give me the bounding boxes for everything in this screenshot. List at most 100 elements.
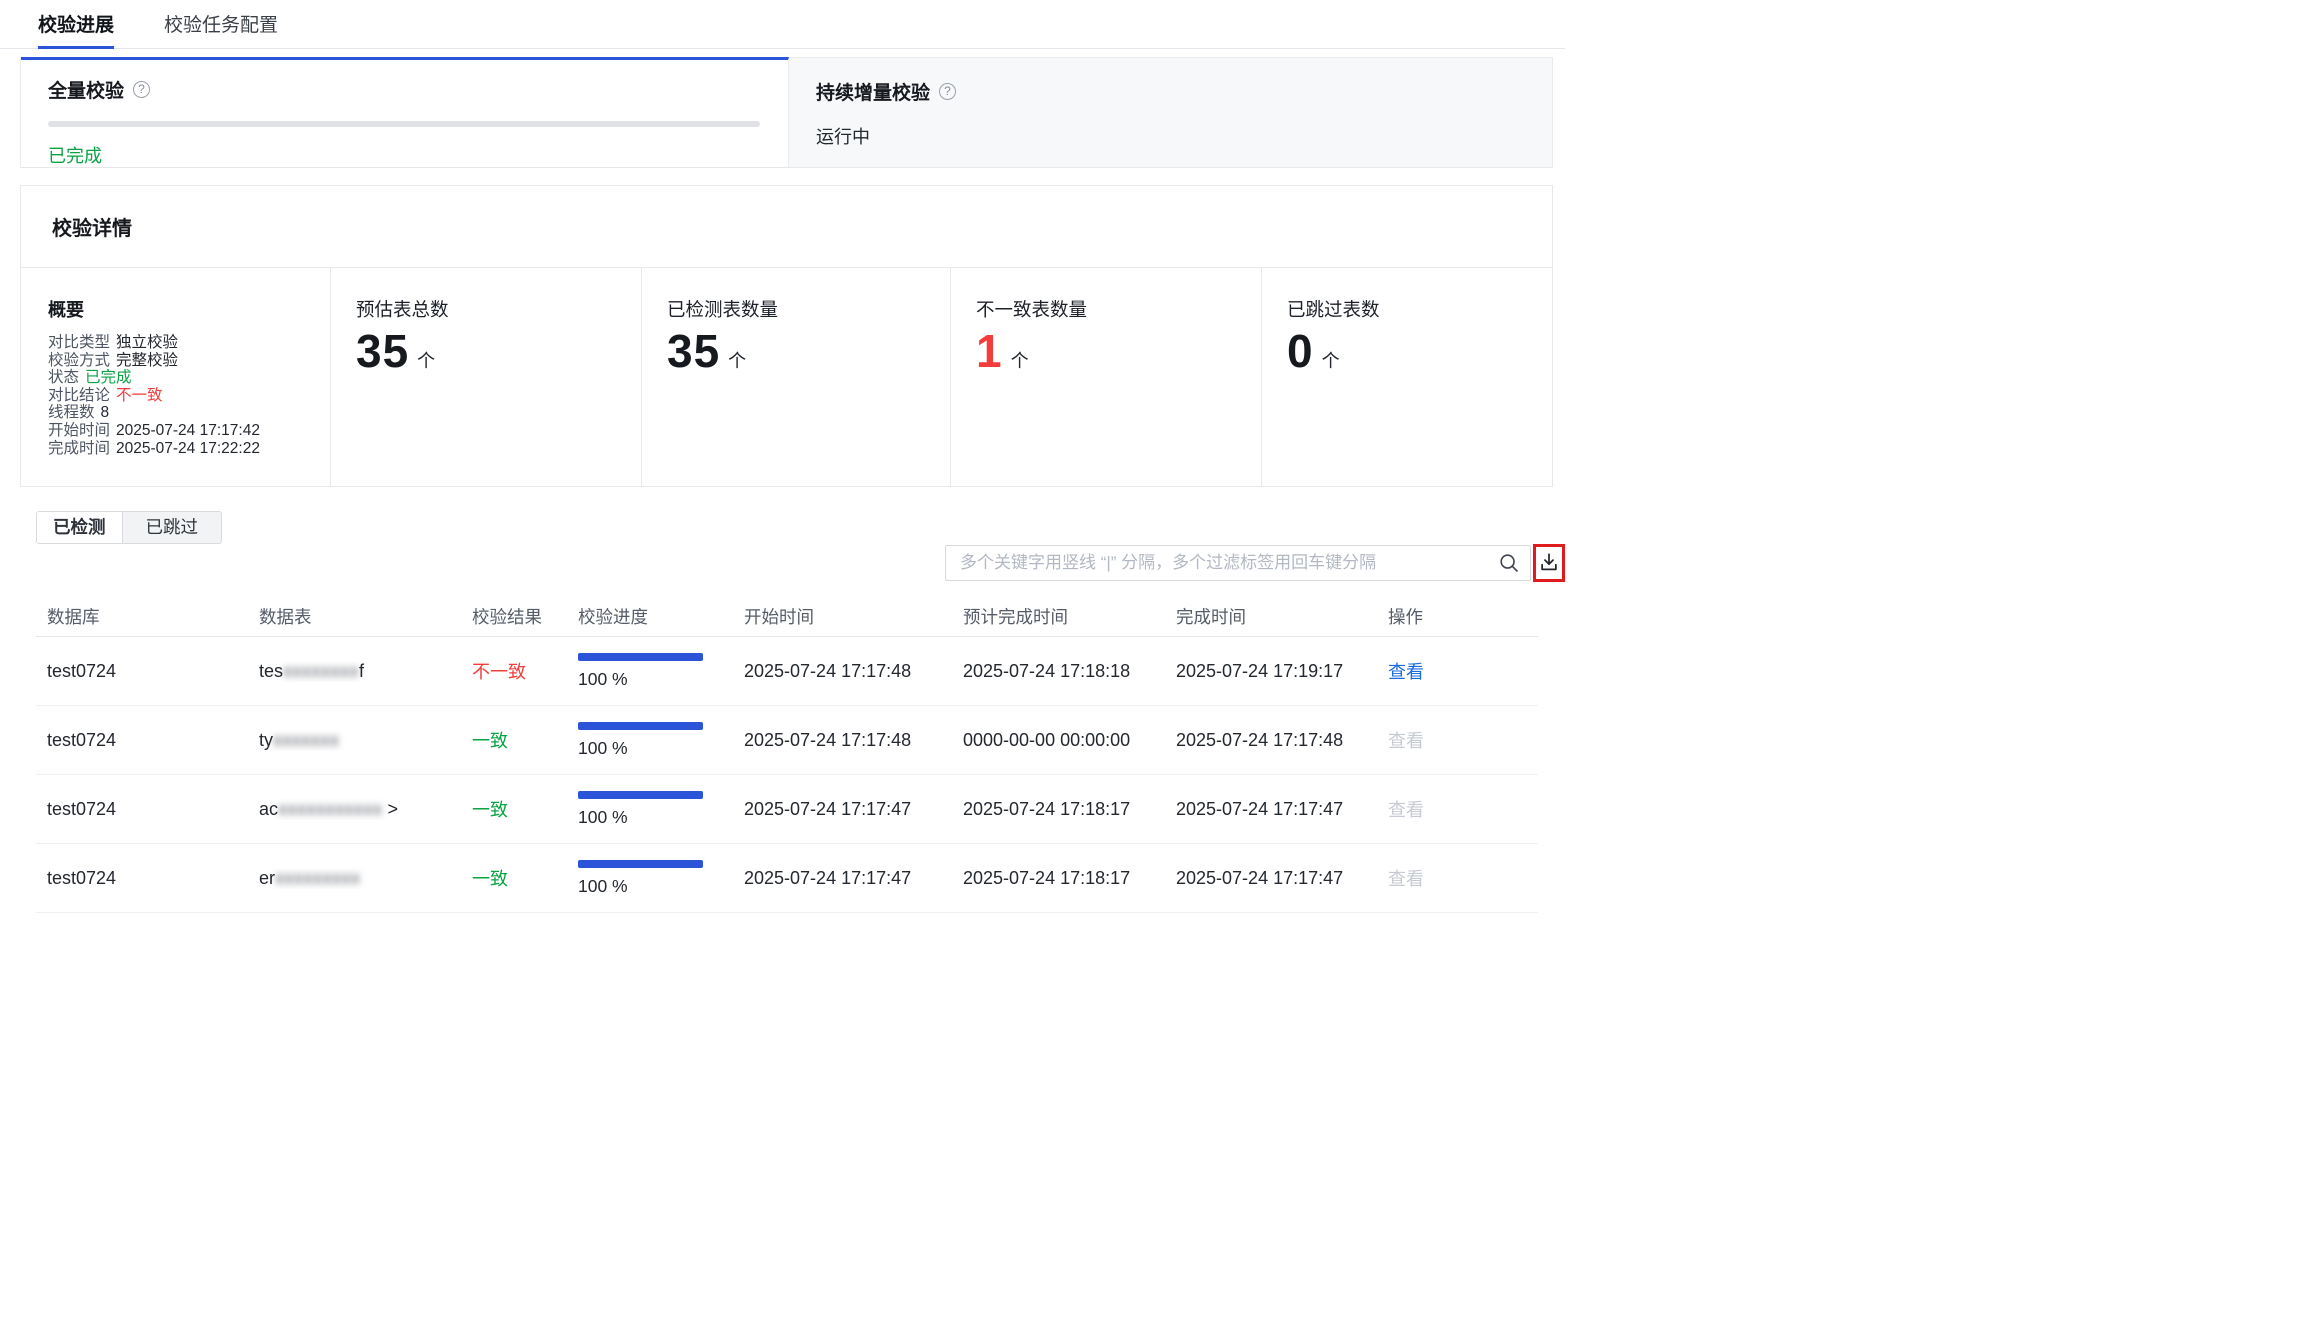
stat-number-row: 0 个 bbox=[1287, 324, 1552, 378]
summary-label: 校验方式 bbox=[48, 352, 110, 369]
col-header-result: 校验结果 bbox=[461, 604, 567, 629]
cell-expected-finish: 2025-07-24 17:18:17 bbox=[952, 799, 1165, 820]
summary-value-conclusion: 不一致 bbox=[116, 387, 163, 404]
cell-progress: 100 % bbox=[567, 722, 733, 759]
cell-progress: 100 % bbox=[567, 860, 733, 897]
check-mode-cards: 全量校验 ? 已完成 持续增量校验 ? 运行中 bbox=[20, 57, 1553, 168]
summary-value-status: 已完成 bbox=[85, 369, 132, 386]
cell-result: 一致 bbox=[461, 727, 567, 753]
table-row: test0724 tyxxxxxxx 一致 100 % 2025-07-24 1… bbox=[36, 706, 1538, 775]
progress-bar bbox=[578, 653, 703, 661]
result-filter-segment: 已检测 已跳过 bbox=[36, 511, 222, 544]
stat-label: 不一致表数量 bbox=[976, 296, 1261, 322]
cell-result: 一致 bbox=[461, 796, 567, 822]
summary-row-check-method: 校验方式完整校验 bbox=[48, 352, 330, 370]
table-name-redacted: xxxxxxxxxxx bbox=[278, 799, 383, 819]
summary-row-start-time: 开始时间 2025-07-24 17:17:42 bbox=[48, 422, 330, 440]
table-row: test0724 tesxxxxxxxxf 不一致 100 % 2025-07-… bbox=[36, 637, 1538, 706]
summary-row-threads: 线程数8 bbox=[48, 404, 330, 422]
cell-action: 查看 bbox=[1377, 796, 1538, 822]
table-name-prefix: er bbox=[259, 868, 275, 888]
search-box bbox=[945, 545, 1531, 581]
summary-row-conclusion: 对比结论不一致 bbox=[48, 387, 330, 405]
summary-value: 完整校验 bbox=[116, 352, 178, 369]
cell-database: test0724 bbox=[36, 799, 248, 820]
segment-skipped[interactable]: 已跳过 bbox=[123, 512, 222, 543]
stat-value: 35 bbox=[667, 324, 720, 378]
cell-progress: 100 % bbox=[567, 791, 733, 828]
col-header-action: 操作 bbox=[1377, 604, 1538, 629]
top-tabbar: 校验进展 校验任务配置 bbox=[0, 0, 1565, 49]
summary-label: 线程数 bbox=[48, 404, 95, 421]
summary-row-status: 状态已完成 bbox=[48, 369, 330, 387]
cell-start-time: 2025-07-24 17:17:47 bbox=[733, 868, 952, 889]
check-details-card: 校验详情 概要 对比类型独立校验 校验方式完整校验 状态已完成 对比结论不一致 bbox=[20, 185, 1553, 487]
segment-checked[interactable]: 已检测 bbox=[37, 512, 123, 543]
cell-start-time: 2025-07-24 17:17:48 bbox=[733, 661, 952, 682]
tab-check-progress[interactable]: 校验进展 bbox=[38, 0, 114, 49]
full-check-progress-bar bbox=[48, 121, 760, 127]
table-name-suffix: f bbox=[359, 661, 364, 681]
cell-expected-finish: 0000-00-00 00:00:00 bbox=[952, 730, 1165, 751]
summary-label: 开始时间 bbox=[48, 422, 110, 439]
check-details-stats: 概要 对比类型独立校验 校验方式完整校验 状态已完成 对比结论不一致 bbox=[21, 268, 1552, 487]
verification-page: 校验进展 校验任务配置 全量校验 ? 已完成 持续增量校验 ? 运行中 校验详情 bbox=[0, 0, 2298, 1330]
cell-database: test0724 bbox=[36, 661, 248, 682]
summary-title: 概要 bbox=[48, 296, 330, 322]
summary-label: 状态 bbox=[48, 369, 79, 386]
full-check-status: 已完成 bbox=[48, 142, 761, 168]
stat-label: 已检测表数量 bbox=[667, 296, 950, 322]
result-table: 数据库 数据表 校验结果 校验进度 开始时间 预计完成时间 完成时间 操作 te… bbox=[36, 596, 1538, 913]
help-icon[interactable]: ? bbox=[939, 83, 956, 100]
table-name-prefix: ac bbox=[259, 799, 278, 819]
incremental-check-card[interactable]: 持续增量校验 ? 运行中 bbox=[789, 57, 1552, 167]
view-link-disabled: 查看 bbox=[1388, 800, 1424, 820]
table-row: test0724 acxxxxxxxxxxx > 一致 100 % 2025-0… bbox=[36, 775, 1538, 844]
stat-number-row: 35 个 bbox=[667, 324, 950, 378]
incremental-check-title-row: 持续增量校验 ? bbox=[816, 78, 1525, 105]
tab-task-config[interactable]: 校验任务配置 bbox=[164, 0, 278, 49]
cell-finish-time: 2025-07-24 17:17:47 bbox=[1165, 868, 1377, 889]
search-icon[interactable] bbox=[1499, 553, 1519, 578]
summary-column: 概要 对比类型独立校验 校验方式完整校验 状态已完成 对比结论不一致 bbox=[21, 268, 331, 487]
cell-expected-finish: 2025-07-24 17:18:18 bbox=[952, 661, 1165, 682]
full-check-card[interactable]: 全量校验 ? 已完成 bbox=[21, 57, 789, 167]
stat-unit: 个 bbox=[417, 347, 435, 373]
incremental-check-title: 持续增量校验 bbox=[816, 78, 930, 105]
stat-checked-tables: 已检测表数量 35 个 bbox=[642, 268, 951, 487]
stat-unit: 个 bbox=[1322, 347, 1340, 373]
stat-label: 预估表总数 bbox=[356, 296, 641, 322]
cell-database: test0724 bbox=[36, 868, 248, 889]
cell-database: test0724 bbox=[36, 730, 248, 751]
cell-action: 查看 bbox=[1377, 865, 1538, 891]
table-name-redacted: xxxxxxxx bbox=[283, 661, 359, 681]
progress-percent: 100 % bbox=[578, 738, 733, 759]
stat-number-row: 1 个 bbox=[976, 324, 1261, 378]
table-row: test0724 erxxxxxxxxx 一致 100 % 2025-07-24… bbox=[36, 844, 1538, 913]
summary-value: 2025-07-24 17:17:42 bbox=[116, 422, 260, 439]
cell-finish-time: 2025-07-24 17:17:47 bbox=[1165, 799, 1377, 820]
table-name-prefix: tes bbox=[259, 661, 283, 681]
incremental-check-status: 运行中 bbox=[816, 123, 1525, 149]
cell-table-name: erxxxxxxxxx bbox=[248, 868, 461, 889]
stat-inconsistent-tables: 不一致表数量 1 个 bbox=[951, 268, 1262, 487]
col-header-finish-time: 完成时间 bbox=[1165, 604, 1377, 629]
help-icon[interactable]: ? bbox=[133, 81, 150, 98]
search-input[interactable] bbox=[945, 545, 1531, 581]
stat-unit: 个 bbox=[1011, 347, 1029, 373]
view-link[interactable]: 查看 bbox=[1388, 662, 1424, 682]
full-check-title: 全量校验 bbox=[48, 76, 124, 103]
download-button[interactable] bbox=[1538, 551, 1560, 576]
summary-row-compare-type: 对比类型独立校验 bbox=[48, 334, 330, 352]
stat-number-row: 35 个 bbox=[356, 324, 641, 378]
table-name-suffix: > bbox=[383, 799, 399, 819]
stat-unit: 个 bbox=[728, 347, 746, 373]
check-details-title: 校验详情 bbox=[52, 212, 132, 241]
cell-table-name: tesxxxxxxxxf bbox=[248, 661, 461, 682]
cell-progress: 100 % bbox=[567, 653, 733, 690]
col-header-start-time: 开始时间 bbox=[733, 604, 952, 629]
cell-action: 查看 bbox=[1377, 658, 1538, 684]
summary-label: 完成时间 bbox=[48, 440, 110, 457]
cell-start-time: 2025-07-24 17:17:48 bbox=[733, 730, 952, 751]
progress-percent: 100 % bbox=[578, 876, 733, 897]
